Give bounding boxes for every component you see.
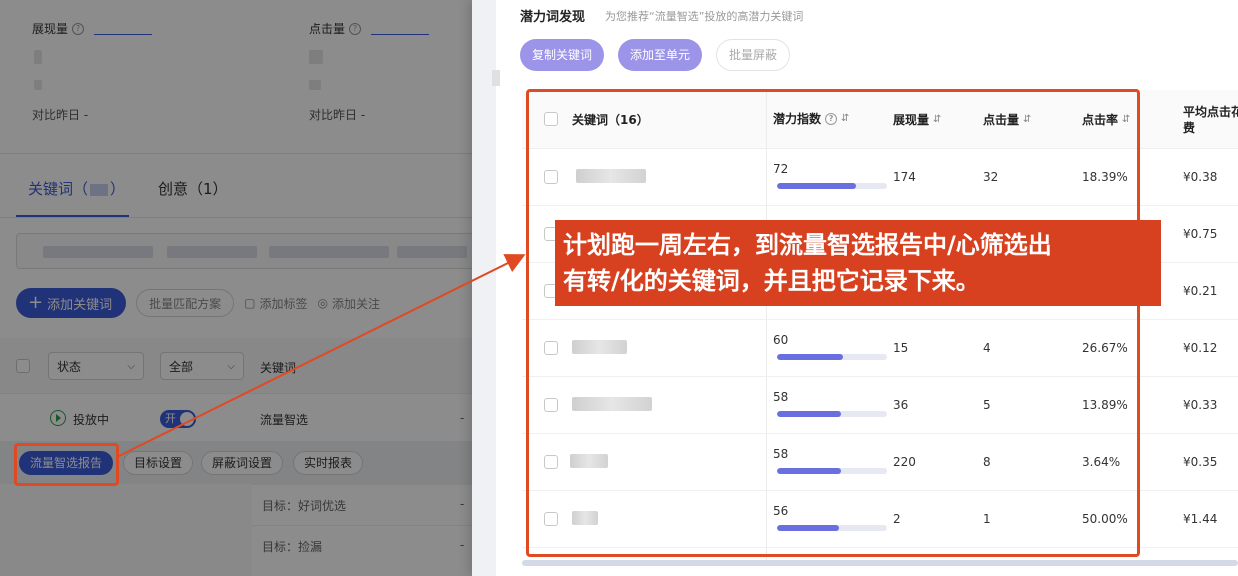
callout-line-1: 计划跑一周左右，到流量智选报告中/心筛选出	[563, 231, 1052, 259]
cpc-cell: ¥0.38	[1183, 170, 1218, 184]
drawer-subtitle: 为您推荐“流量智选”投放的高潜力关键词	[605, 10, 804, 23]
drawer-handle[interactable]	[492, 70, 500, 86]
batch-block-button[interactable]: 批量屏蔽	[716, 39, 791, 71]
callout-line-2: 有转/化的关键词，并且把它记录下来。	[563, 267, 980, 295]
cpc-cell: ¥0.12	[1183, 341, 1218, 355]
cpc-cell: ¥0.33	[1183, 398, 1218, 412]
annotation-callout: 计划跑一周左右，到流量智选报告中/心筛选出 有转/化的关键词，并且把它记录下来。	[555, 220, 1161, 306]
horizontal-scrollbar[interactable]	[522, 560, 1238, 566]
cpc-cell: ¥0.75	[1183, 227, 1218, 241]
modal-overlay[interactable]	[0, 0, 472, 576]
cpc-column-header[interactable]: 平均点击花 费	[1183, 104, 1238, 136]
cpc-cell: ¥1.44	[1183, 512, 1218, 526]
annotation-highlight-table	[526, 89, 1140, 557]
drawer-gutter	[472, 0, 496, 576]
cpc-cell: ¥0.21	[1183, 284, 1218, 298]
copy-keywords-button[interactable]: 复制关键词	[520, 39, 605, 71]
cpc-cell: ¥0.35	[1183, 455, 1218, 469]
drawer-title: 潜力词发现	[520, 10, 586, 25]
add-to-unit-button[interactable]: 添加至单元	[618, 39, 703, 71]
annotation-highlight-report-button	[14, 443, 119, 486]
